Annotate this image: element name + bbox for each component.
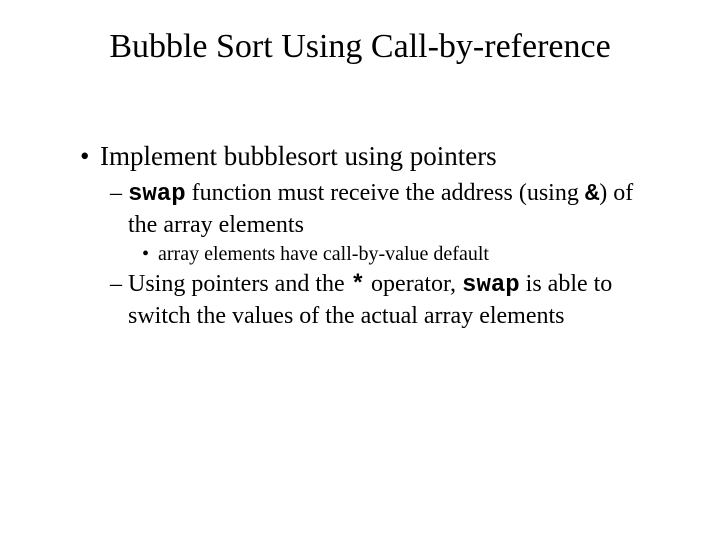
slide-body: Implement bubblesort using pointers swap… [70, 140, 660, 333]
bullet-text: array elements have call-by-value defaul… [158, 243, 489, 265]
bullet-level2: Using pointers and the * operator, swap … [100, 269, 660, 331]
bullet-level1: Implement bubblesort using pointers [70, 140, 660, 174]
code-swap: swap [128, 181, 186, 208]
bullet-text: function must receive the address (using [186, 180, 585, 206]
bullet-level2: swap function must receive the address (… [100, 178, 660, 240]
code-amp: & [585, 181, 599, 208]
bullet-text: operator, [365, 271, 462, 297]
code-swap: swap [462, 272, 520, 299]
slide: Bubble Sort Using Call-by-reference Impl… [0, 0, 720, 540]
slide-title: Bubble Sort Using Call-by-reference [0, 28, 720, 66]
bullet-level3: array elements have call-by-value defaul… [134, 242, 660, 267]
code-star: * [351, 272, 365, 299]
bullet-text: Using pointers and the [128, 271, 351, 297]
bullet-text: Implement bubblesort using pointers [100, 141, 497, 171]
